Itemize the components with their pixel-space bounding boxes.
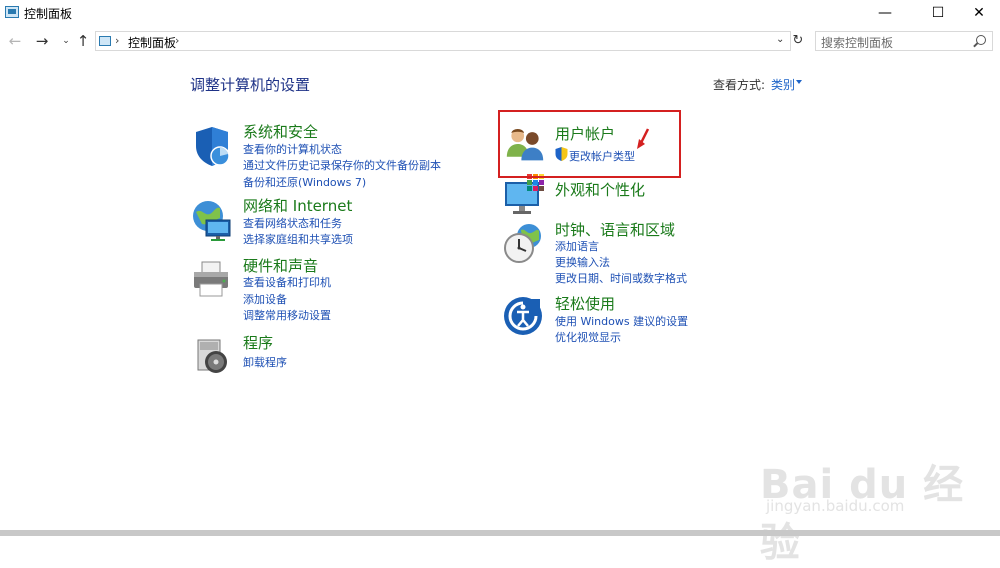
refresh-button[interactable]: ↻ <box>790 31 806 51</box>
category-title[interactable]: 网络和 Internet <box>243 195 352 216</box>
view-by-label: 查看方式: <box>713 78 766 92</box>
control-panel-icon <box>99 36 111 46</box>
category-link[interactable]: 添加语言 <box>555 238 599 254</box>
category-clock-language-region: 时钟、语言和区域 添加语言 更换输入法 更改日期、时间或数字格式 <box>503 219 723 288</box>
category-hardware-sound: 硬件和声音 查看设备和打印机 添加设备 调整常用移动设置 <box>190 255 490 324</box>
back-button[interactable]: ← <box>6 31 24 51</box>
search-placeholder: 搜索控制面板 <box>821 36 894 50</box>
category-system-security: 系统和安全 查看你的计算机状态 通过文件历史记录保存你的文件备份副本 备份和还原… <box>190 121 490 190</box>
chevron-down-icon[interactable] <box>796 80 802 84</box>
recent-locations-button[interactable]: ⌄ <box>57 31 75 51</box>
annotation-arrow-icon <box>637 128 650 149</box>
category-link[interactable]: 备份和还原(Windows 7) <box>243 174 366 190</box>
category-link[interactable]: 优化视觉显示 <box>555 329 621 345</box>
maximize-button[interactable]: ☐ <box>915 0 961 26</box>
address-bar[interactable]: › 控制面板 › ⌄ <box>95 31 791 51</box>
window-title: 控制面板 <box>24 7 73 21</box>
category-title[interactable]: 外观和个性化 <box>555 179 645 200</box>
category-link[interactable]: 选择家庭组和共享选项 <box>243 231 353 247</box>
search-input[interactable]: 搜索控制面板 <box>815 31 993 51</box>
category-title[interactable]: 轻松使用 <box>555 293 615 314</box>
chevron-down-icon[interactable]: ⌄ <box>776 34 784 45</box>
category-title[interactable]: 时钟、语言和区域 <box>555 219 675 240</box>
category-link[interactable]: 更换输入法 <box>555 254 610 270</box>
search-icon[interactable] <box>976 35 986 45</box>
printer-icon[interactable] <box>190 258 234 302</box>
category-title[interactable]: 硬件和声音 <box>243 255 318 276</box>
category-link[interactable]: 查看网络状态和任务 <box>243 215 342 231</box>
category-link[interactable]: 查看设备和打印机 <box>243 274 331 290</box>
category-link[interactable]: 通过文件历史记录保存你的文件备份副本 <box>243 157 441 173</box>
category-link[interactable]: 使用 Windows 建议的设置 <box>555 313 688 329</box>
forward-button[interactable]: → <box>33 31 51 51</box>
breadcrumb-separator[interactable]: › <box>115 34 119 47</box>
category-link[interactable]: 更改日期、时间或数字格式 <box>555 270 687 286</box>
view-by-dropdown[interactable]: 类别 <box>771 76 795 93</box>
control-panel-icon <box>5 6 19 18</box>
category-title[interactable]: 系统和安全 <box>243 121 318 142</box>
programs-disc-icon[interactable] <box>190 334 234 378</box>
category-ease-of-access: 轻松使用 使用 Windows 建议的设置 优化视觉显示 <box>503 293 723 346</box>
ease-of-access-icon[interactable] <box>503 296 547 340</box>
title-bar: 控制面板 — ☐ ✕ <box>0 0 1000 26</box>
window-bottom-border <box>0 530 1000 536</box>
category-programs: 程序 卸载程序 <box>190 334 490 374</box>
category-link[interactable]: 卸载程序 <box>243 354 287 370</box>
category-appearance-personalization: 外观和个性化 <box>503 174 703 214</box>
watermark-url: jingyan.baidu.com <box>766 497 905 515</box>
up-button[interactable]: ↑ <box>74 31 92 51</box>
category-network-internet: 网络和 Internet 查看网络状态和任务 选择家庭组和共享选项 <box>190 195 490 248</box>
page-title: 调整计算机的设置 <box>190 76 311 94</box>
breadcrumb-separator[interactable]: › <box>175 34 179 47</box>
clock-globe-icon[interactable] <box>503 222 547 266</box>
breadcrumb[interactable]: 控制面板 <box>128 34 176 51</box>
category-link[interactable]: 添加设备 <box>243 291 287 307</box>
category-title[interactable]: 程序 <box>243 332 273 353</box>
close-button[interactable]: ✕ <box>956 0 1000 26</box>
monitor-icon[interactable] <box>503 174 547 218</box>
category-link[interactable]: 查看你的计算机状态 <box>243 141 342 157</box>
minimize-button[interactable]: — <box>862 0 908 26</box>
category-link[interactable]: 调整常用移动设置 <box>243 307 331 323</box>
shield-icon[interactable] <box>190 124 234 168</box>
network-globe-icon[interactable] <box>190 198 234 242</box>
